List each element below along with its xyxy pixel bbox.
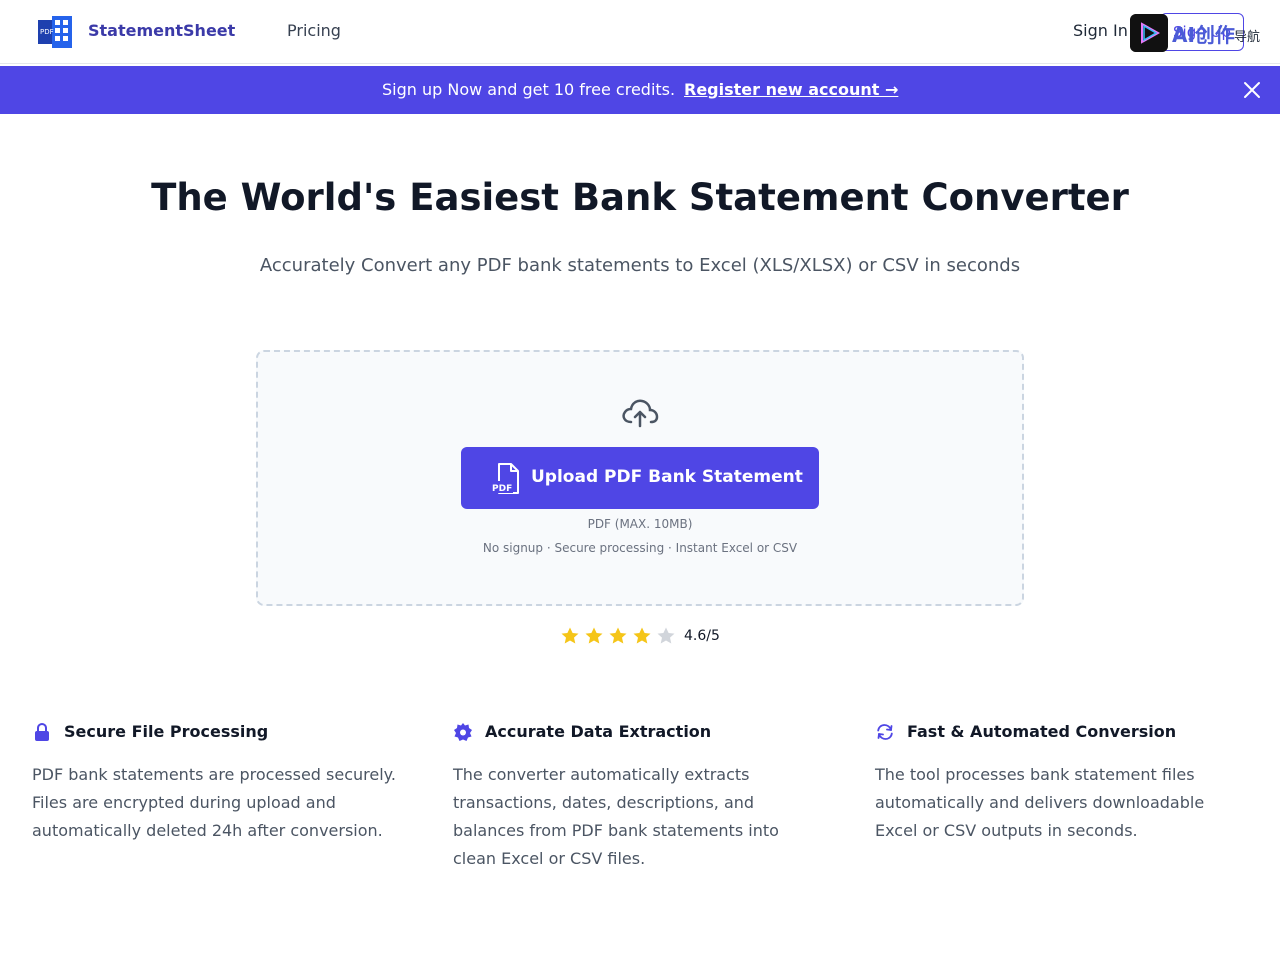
brand-name[interactable]: StatementSheet <box>88 21 235 40</box>
lock-icon <box>35 722 49 741</box>
refresh-icon <box>877 724 893 740</box>
rating-value: 4.6/5 <box>684 628 720 644</box>
nav-link-pricing[interactable]: Pricing <box>287 21 341 40</box>
star-icon <box>657 627 675 644</box>
sign-in-link[interactable]: Sign In <box>1073 21 1128 40</box>
feature-title-secure: Secure File Processing <box>64 722 269 741</box>
file-size-limit: PDF (MAX. 10MB) <box>587 517 693 531</box>
star-rating <box>560 626 680 646</box>
svg-text:PDF: PDF <box>492 484 512 494</box>
pdf-file-icon: PDF <box>491 463 519 494</box>
gear-icon <box>454 723 472 741</box>
trust-line: No signup · Secure processing · Instant … <box>482 541 798 555</box>
watermark-subtext: 导航 <box>1234 30 1261 45</box>
promo-banner: Sign up Now and get 10 free credits. Reg… <box>0 66 1280 114</box>
feature-desc-secure: PDF bank statements are processed secure… <box>32 765 396 840</box>
star-icon <box>585 627 603 644</box>
register-link[interactable]: Register new account → <box>684 80 898 99</box>
feature-desc-accurate: The converter automatically extracts tra… <box>453 765 779 868</box>
top-navbar: PDF StatementSheet Pricing Sign In Sign … <box>0 0 1280 64</box>
svg-text:PDF: PDF <box>40 28 54 36</box>
watermark-text: AI创作 <box>1172 23 1235 47</box>
upload-button-label[interactable]: Upload PDF Bank Statement <box>531 467 803 487</box>
watermark-logo-icon <box>1130 14 1168 52</box>
banner-text: Sign up Now and get 10 free credits. <box>382 80 676 99</box>
page-subtitle: Accurately Convert any PDF bank statemen… <box>259 255 1021 276</box>
watermark-overlay: AI创作 导航 <box>1130 14 1260 54</box>
logo-icon[interactable]: PDF <box>38 16 74 48</box>
page-title: The World's Easiest Bank Statement Conve… <box>151 176 1129 219</box>
star-icon <box>633 627 651 644</box>
close-icon[interactable] <box>1240 78 1264 102</box>
cloud-upload-icon <box>622 399 659 428</box>
feature-title-fast: Fast & Automated Conversion <box>907 722 1177 741</box>
star-icon <box>561 627 579 644</box>
star-icon <box>609 627 627 644</box>
feature-desc-fast: The tool processes bank statement files … <box>875 765 1205 840</box>
feature-title-accurate: Accurate Data Extraction <box>485 722 712 741</box>
